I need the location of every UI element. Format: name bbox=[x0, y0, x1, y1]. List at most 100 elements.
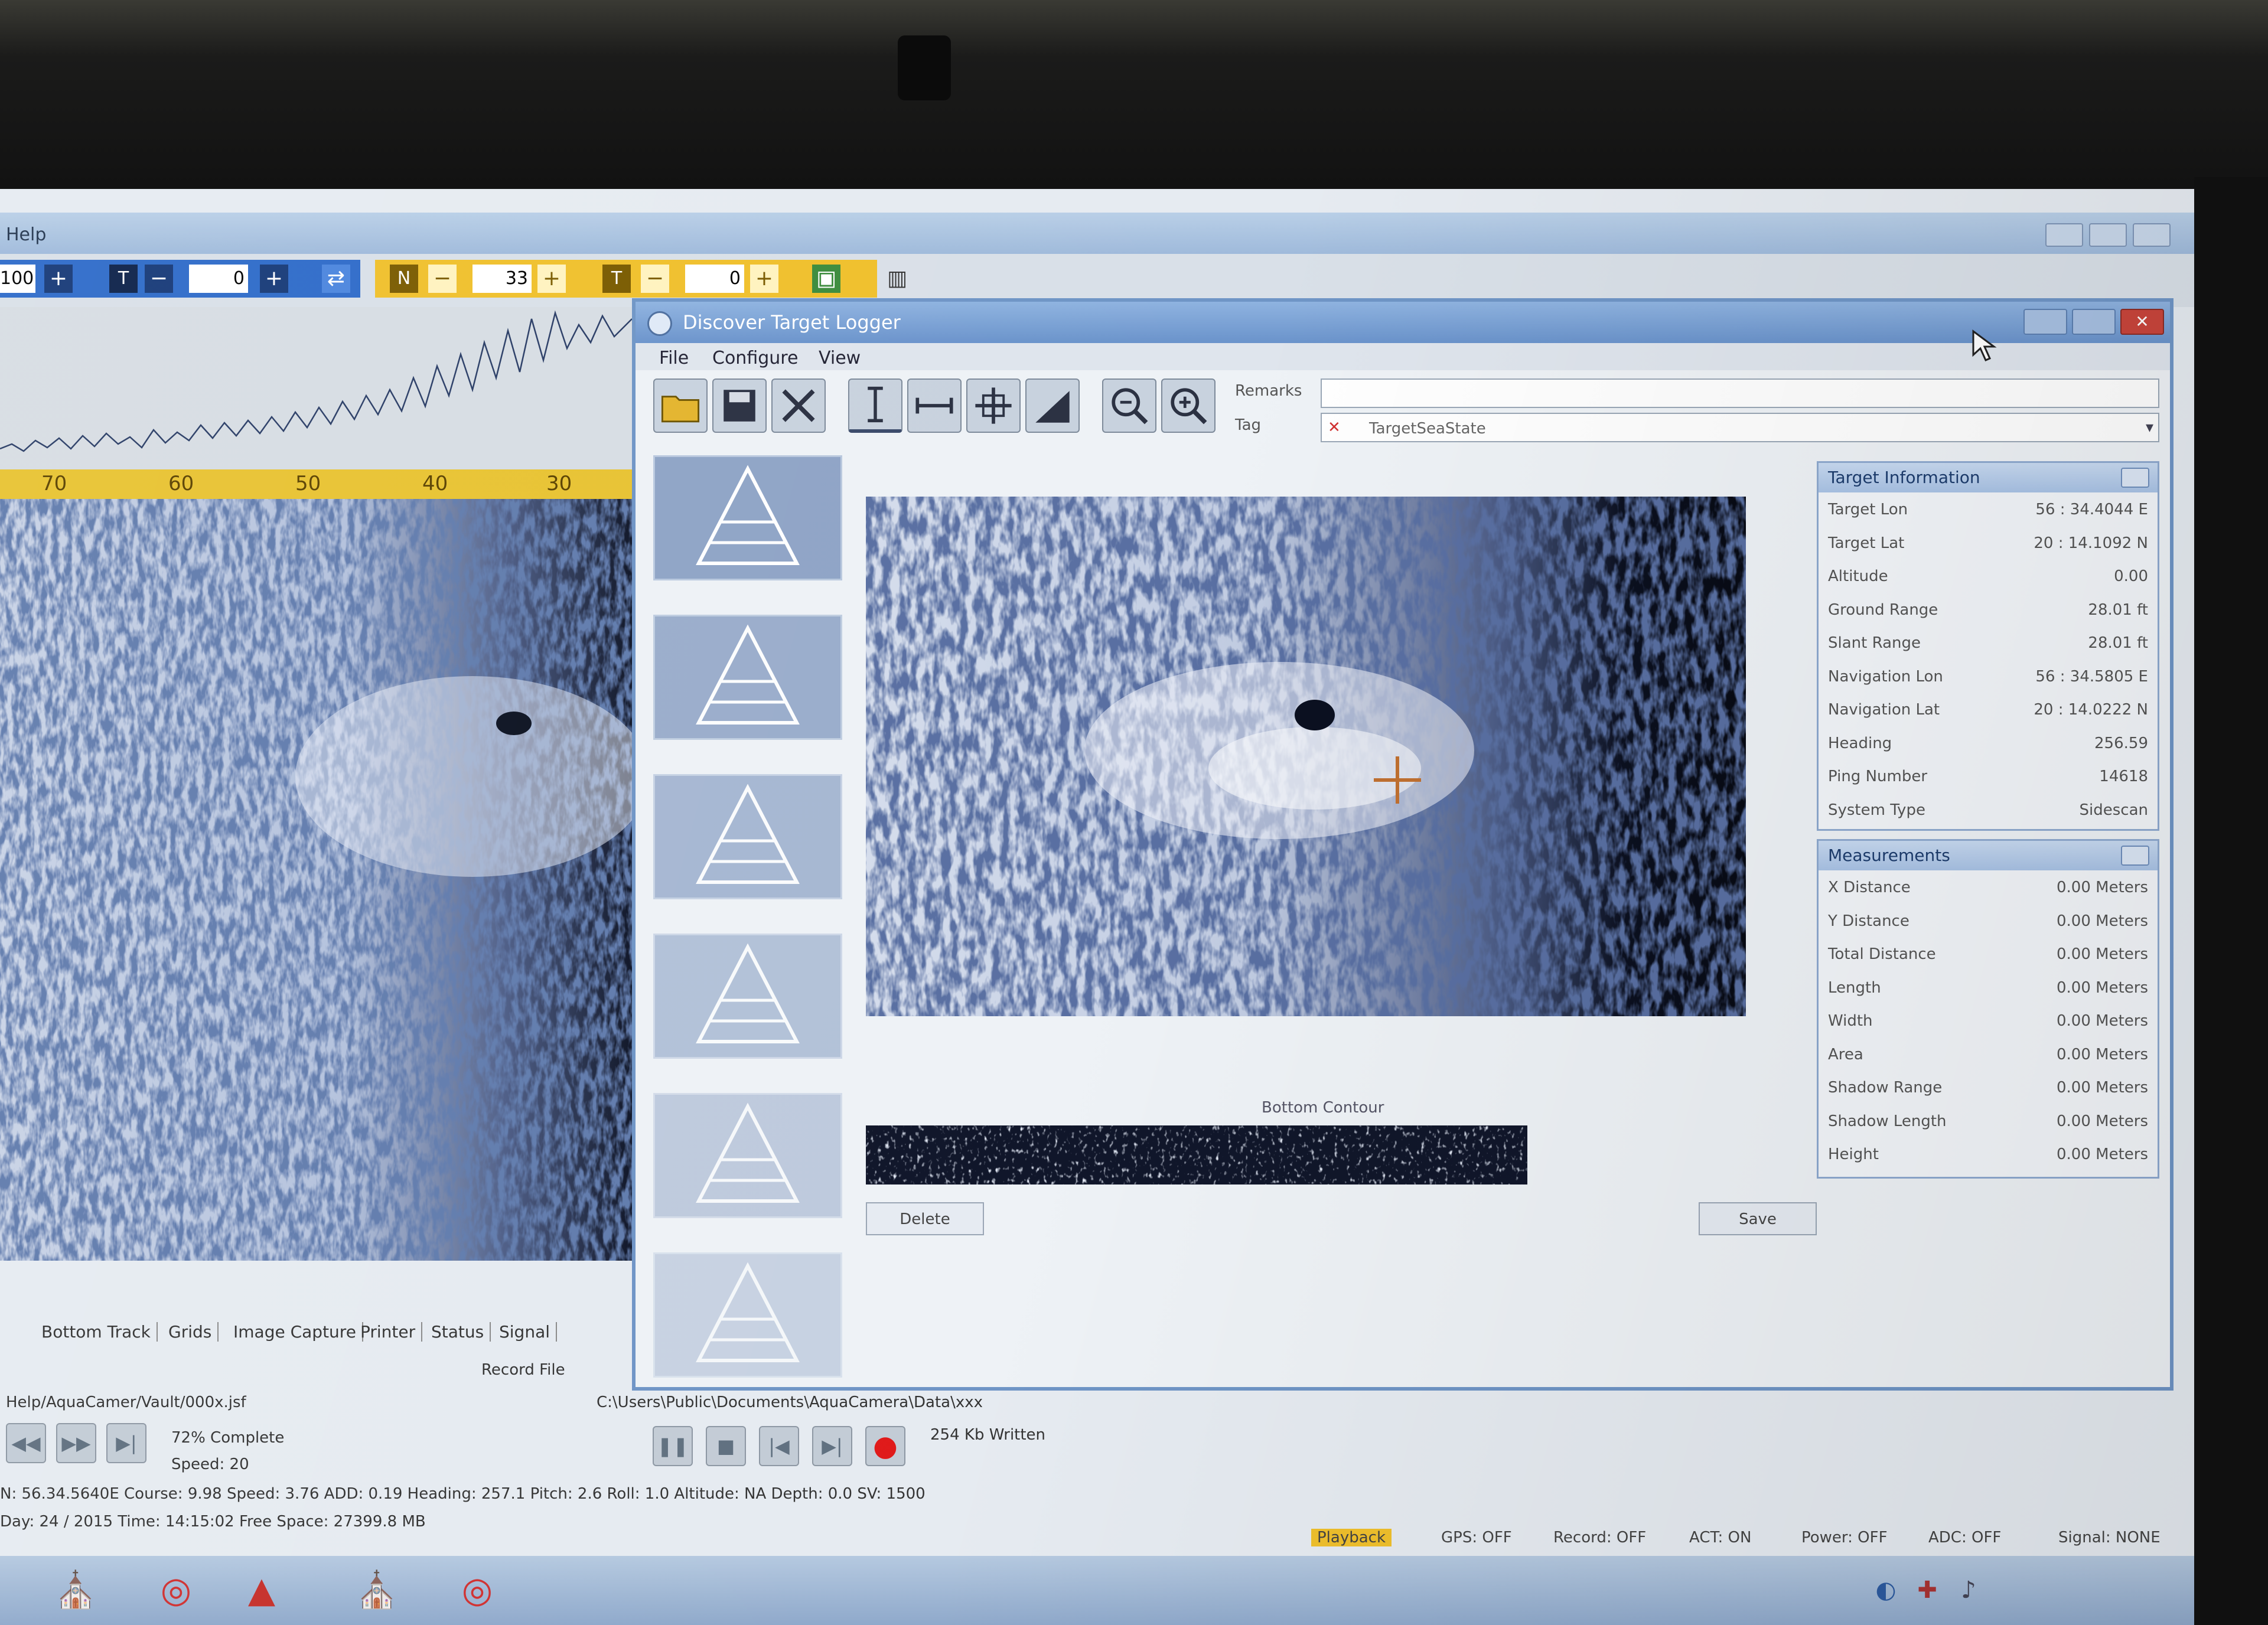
menu-file[interactable]: File bbox=[659, 348, 689, 368]
status-record: Record: OFF bbox=[1553, 1529, 1647, 1546]
tab-bottom-track[interactable]: Bottom Track bbox=[41, 1322, 158, 1342]
contrast-plus-button[interactable]: + bbox=[537, 265, 566, 293]
skip-back-button[interactable]: |◀ bbox=[759, 1426, 799, 1466]
taskbar-target-icon[interactable]: ◎ bbox=[452, 1565, 503, 1616]
tag-clear-icon[interactable]: ✕ bbox=[1328, 419, 1341, 436]
chevron-down-icon[interactable]: ▾ bbox=[2146, 419, 2153, 436]
shadow-measure-icon[interactable] bbox=[1025, 378, 1080, 433]
grid-icon[interactable]: ▥ bbox=[883, 265, 911, 293]
tvg-plus-button[interactable]: + bbox=[750, 265, 778, 293]
target-thumbnail[interactable] bbox=[653, 615, 842, 740]
open-folder-icon[interactable] bbox=[653, 378, 708, 433]
width-measure-icon[interactable] bbox=[907, 378, 962, 433]
tvg-icon: T bbox=[602, 265, 631, 293]
info-value: 20 : 14.0222 N bbox=[2034, 701, 2148, 719]
tab-grids[interactable]: Grids bbox=[168, 1322, 219, 1342]
info-key: Target Lat bbox=[1828, 534, 1905, 552]
dialog-minimize-button[interactable] bbox=[2023, 309, 2067, 335]
target-thumbnail[interactable] bbox=[653, 455, 842, 580]
range-plus-button[interactable]: + bbox=[44, 265, 73, 293]
dialog-toolbar: Remarks Tag ✕ TargetSeaState ▾ bbox=[636, 370, 2170, 442]
target-thumbnail[interactable] bbox=[653, 934, 842, 1059]
status-adc: ADC: OFF bbox=[1928, 1529, 2002, 1546]
tab-image-capture[interactable]: Image Capture bbox=[233, 1322, 363, 1342]
height-measure-icon[interactable] bbox=[848, 378, 902, 433]
save-icon[interactable] bbox=[712, 378, 767, 433]
maximize-button[interactable] bbox=[2089, 223, 2127, 247]
contrast-field[interactable]: 33 bbox=[472, 265, 532, 293]
contrast-minus-button[interactable]: − bbox=[428, 265, 457, 293]
info-row: Navigation Lon 56 : 34.5805 E bbox=[1819, 660, 2158, 693]
measurement-row: Shadow Length 0.00 Meters bbox=[1819, 1104, 2158, 1138]
panel-collapse-button[interactable] bbox=[2121, 846, 2149, 866]
measurement-row: Height 0.00 Meters bbox=[1819, 1137, 2158, 1171]
layout-icon[interactable]: ⇄ bbox=[322, 265, 350, 293]
target-preview-image[interactable] bbox=[866, 497, 1746, 1016]
measurement-row: Area 0.00 Meters bbox=[1819, 1037, 2158, 1071]
stop-button[interactable]: ■ bbox=[706, 1426, 746, 1466]
target-information-header: Target Information bbox=[1819, 463, 2158, 492]
info-row: Altitude 0.00 bbox=[1819, 559, 2158, 593]
gain-minus-button[interactable]: − bbox=[145, 265, 173, 293]
info-row: Ping Number 14618 bbox=[1819, 759, 2158, 793]
measurement-key: Shadow Range bbox=[1828, 1079, 1943, 1097]
tray-volume-icon[interactable]: ♪ bbox=[1943, 1565, 1994, 1616]
gain-field[interactable]: 0 bbox=[189, 265, 248, 293]
measurements-title: Measurements bbox=[1828, 846, 1950, 865]
panel-collapse-button[interactable] bbox=[2121, 468, 2149, 488]
delete-button[interactable]: Delete bbox=[866, 1202, 984, 1235]
taskbar-app-icon[interactable]: ⛪ bbox=[50, 1565, 101, 1616]
target-thumbnail[interactable] bbox=[653, 1252, 842, 1378]
info-row: Heading 256.59 bbox=[1819, 726, 2158, 760]
record-button[interactable]: ● bbox=[865, 1426, 905, 1466]
dialog-close-button[interactable]: ✕ bbox=[2120, 309, 2164, 335]
skip-end-button[interactable]: ▶| bbox=[106, 1423, 146, 1463]
tab-signal[interactable]: Signal bbox=[499, 1322, 558, 1342]
taskbar-app-icon[interactable]: ⛪ bbox=[351, 1565, 402, 1616]
ruler-label: 40 bbox=[422, 472, 448, 495]
taskbar-target-icon[interactable]: ◎ bbox=[151, 1565, 201, 1616]
close-button[interactable] bbox=[2133, 223, 2171, 247]
pause-button[interactable]: ❚❚ bbox=[653, 1426, 693, 1466]
range-ruler: 70 60 50 40 30 bbox=[0, 469, 632, 499]
tab-status[interactable]: Status bbox=[431, 1322, 491, 1342]
dialog-maximize-button[interactable] bbox=[2072, 309, 2116, 335]
menu-view[interactable]: View bbox=[819, 348, 861, 368]
info-row: Slant Range 28.01 ft bbox=[1819, 626, 2158, 660]
sonar-waterfall[interactable] bbox=[0, 499, 632, 1261]
image-icon[interactable]: ▣ bbox=[812, 265, 840, 293]
zoom-out-icon[interactable] bbox=[1102, 378, 1156, 433]
screen: Help 100 + T − 0 + ⇄ N − 33 + T − 0 + ▣ … bbox=[0, 189, 2194, 1625]
taskbar-app-icon[interactable]: ▲ bbox=[236, 1565, 287, 1616]
tag-select[interactable]: ✕ TargetSeaState ▾ bbox=[1321, 413, 2159, 442]
delete-icon[interactable] bbox=[771, 378, 826, 433]
tvg-field[interactable]: 0 bbox=[685, 265, 744, 293]
save-button[interactable]: Save bbox=[1699, 1202, 1817, 1235]
info-key: Navigation Lon bbox=[1828, 667, 1943, 686]
measurement-row: Length 0.00 Meters bbox=[1819, 971, 2158, 1004]
remarks-field[interactable] bbox=[1321, 378, 2159, 408]
measurement-value: 0.00 Meters bbox=[2056, 912, 2148, 930]
menu-configure[interactable]: Configure bbox=[712, 348, 798, 368]
measurements-header: Measurements bbox=[1819, 841, 2158, 870]
tab-printer[interactable]: Printer bbox=[360, 1322, 423, 1342]
rewind-button[interactable]: ◀◀ bbox=[6, 1423, 46, 1463]
info-row: Target Lon 56 : 34.4044 E bbox=[1819, 492, 2158, 526]
bottom-contour-label: Bottom Contour bbox=[1262, 1099, 1384, 1117]
fast-forward-button[interactable]: ▶▶ bbox=[56, 1423, 96, 1463]
target-thumbnail[interactable] bbox=[653, 1093, 842, 1218]
measurement-row: Width 0.00 Meters bbox=[1819, 1004, 2158, 1037]
measurement-value: 0.00 Meters bbox=[2056, 1045, 2148, 1063]
zoom-in-icon[interactable] bbox=[1161, 378, 1216, 433]
app-title-bar: Help bbox=[0, 213, 2194, 254]
area-measure-icon[interactable] bbox=[966, 378, 1021, 433]
gain-plus-button[interactable]: + bbox=[260, 265, 288, 293]
dialog-title: Discover Target Logger bbox=[683, 311, 901, 334]
status-playback: Playback bbox=[1311, 1529, 1392, 1546]
target-thumbnail[interactable] bbox=[653, 774, 842, 899]
tvg-minus-button[interactable]: − bbox=[641, 265, 669, 293]
measurement-key: Height bbox=[1828, 1146, 1879, 1163]
skip-forward-button[interactable]: ▶| bbox=[812, 1426, 852, 1466]
minimize-button[interactable] bbox=[2045, 223, 2083, 247]
range-field[interactable]: 100 bbox=[0, 265, 35, 293]
